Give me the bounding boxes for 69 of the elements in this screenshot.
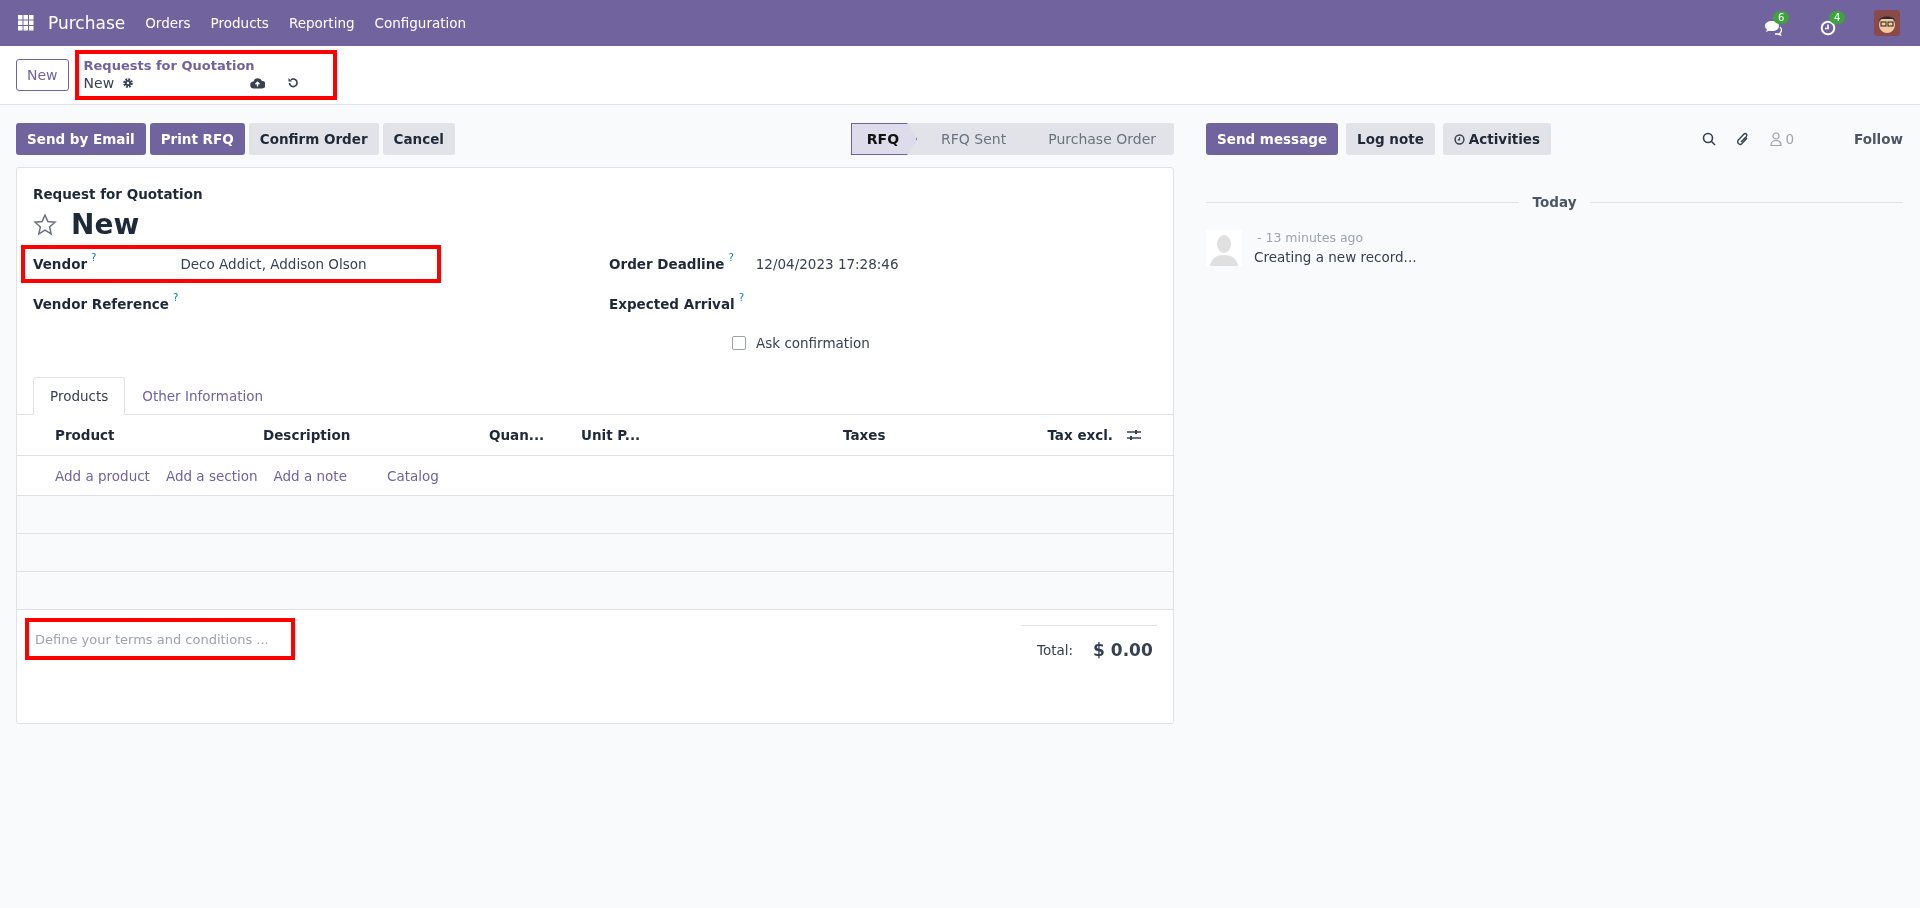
terms-field[interactable]: Define your terms and conditions ... bbox=[25, 618, 295, 660]
help-tooltip[interactable]: ? bbox=[738, 292, 744, 303]
help-tooltip[interactable]: ? bbox=[728, 252, 734, 263]
column-header[interactable]: Taxes bbox=[843, 427, 997, 443]
avatar-silhouette-icon bbox=[1206, 230, 1242, 266]
column-header[interactable]: Quan... bbox=[489, 427, 581, 443]
apps-menu-icon[interactable] bbox=[18, 15, 34, 31]
chatter-button[interactable]: Activities bbox=[1442, 123, 1552, 155]
column-header[interactable]: Unit P... bbox=[581, 427, 843, 443]
message-time: - 13 minutes ago bbox=[1256, 230, 1365, 245]
breadcrumb-link[interactable]: Requests for Quotation bbox=[83, 58, 300, 73]
add-line-link[interactable]: Catalog bbox=[386, 467, 439, 484]
column-header[interactable]: Description bbox=[263, 427, 489, 443]
total-amount: $ 0.00 bbox=[1093, 640, 1153, 660]
settings-icon[interactable] bbox=[122, 77, 135, 89]
chat-bubbles-icon bbox=[1764, 19, 1782, 36]
tab[interactable]: Other Information bbox=[125, 377, 281, 415]
status-stage[interactable]: Purchase Order bbox=[1024, 123, 1174, 155]
total-label: Total: bbox=[1037, 642, 1074, 658]
field-label: Vendor Reference bbox=[33, 296, 169, 312]
add-line-link[interactable]: Add a product bbox=[55, 467, 150, 484]
app-name[interactable]: Purchase bbox=[48, 13, 126, 33]
column-header[interactable]: Tax excl. bbox=[997, 427, 1113, 443]
discard-icon[interactable] bbox=[287, 77, 300, 89]
message-text: Creating a new record... bbox=[1254, 249, 1417, 265]
menu-item[interactable]: Reporting bbox=[288, 15, 355, 31]
help-tooltip[interactable]: ? bbox=[91, 252, 97, 263]
tab[interactable]: Products bbox=[33, 377, 126, 415]
cloud-upload-icon[interactable] bbox=[250, 77, 266, 89]
field-value[interactable]: 12/04/2023 17:28:46 bbox=[755, 256, 899, 272]
field-label: Order Deadline bbox=[609, 256, 725, 272]
action-button[interactable]: Send by Email bbox=[16, 123, 146, 155]
menu-item[interactable]: Configuration bbox=[374, 15, 467, 31]
chatter-button[interactable]: Log note bbox=[1346, 123, 1435, 155]
new-button[interactable]: New bbox=[16, 59, 69, 91]
menu-item[interactable]: Products bbox=[210, 15, 269, 31]
add-line-link[interactable]: Add a section bbox=[165, 467, 258, 484]
column-settings-icon[interactable] bbox=[1127, 429, 1141, 441]
action-button[interactable]: Confirm Order bbox=[248, 123, 379, 155]
field-value[interactable]: Deco Addict, Addison Olson bbox=[180, 256, 367, 272]
checkbox[interactable] bbox=[732, 336, 746, 350]
search-icon[interactable] bbox=[1702, 132, 1717, 146]
field-label: Vendor bbox=[33, 256, 88, 272]
checkbox-label[interactable]: Ask confirmation bbox=[756, 335, 870, 351]
record-title: New bbox=[71, 208, 140, 241]
activities-count-badge: 4 bbox=[1829, 10, 1846, 24]
chatter-button[interactable]: Send message bbox=[1206, 123, 1339, 155]
clock-button[interactable]: 4 bbox=[1820, 10, 1850, 36]
help-tooltip[interactable]: ? bbox=[172, 292, 179, 303]
paperclip-icon[interactable] bbox=[1736, 131, 1751, 147]
column-header[interactable]: Product bbox=[55, 427, 263, 443]
user-avatar-icon[interactable] bbox=[1874, 10, 1900, 36]
add-line-link[interactable]: Add a note bbox=[273, 467, 347, 484]
status-stage[interactable]: RFQ bbox=[850, 123, 918, 155]
menu-item[interactable]: Orders bbox=[145, 15, 191, 31]
status-stage[interactable]: RFQ Sent bbox=[917, 123, 1025, 155]
star-icon[interactable] bbox=[33, 212, 57, 237]
clock-icon bbox=[1453, 133, 1465, 145]
action-button[interactable]: Cancel bbox=[382, 123, 455, 155]
action-button[interactable]: Print RFQ bbox=[149, 123, 245, 155]
clock-icon bbox=[1820, 19, 1836, 36]
follow-button[interactable]: Follow bbox=[1854, 131, 1903, 147]
date-separator: Today bbox=[1532, 194, 1577, 210]
record-name: New bbox=[83, 75, 115, 91]
messages-count-badge: 6 bbox=[1773, 10, 1790, 24]
messages-button[interactable]: 6 bbox=[1764, 10, 1796, 36]
person-icon bbox=[1770, 132, 1783, 146]
field-label: Expected Arrival bbox=[609, 296, 735, 312]
form-subtitle: Request for Quotation bbox=[32, 185, 204, 202]
